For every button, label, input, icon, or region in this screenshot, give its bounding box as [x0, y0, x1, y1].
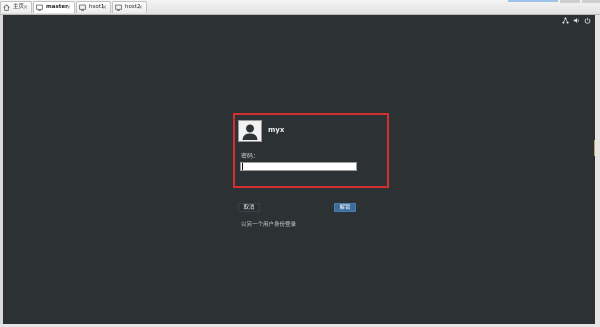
tab-hsot1[interactable]: hsot1 × — [76, 1, 111, 13]
window-control[interactable] — [560, 0, 580, 3]
vm-icon — [79, 4, 86, 11]
password-field[interactable] — [240, 162, 357, 171]
vm-icon — [115, 4, 122, 11]
window-control[interactable] — [582, 0, 600, 3]
cancel-button[interactable]: 取消 — [238, 203, 260, 212]
window-accent-bar — [508, 0, 558, 2]
close-icon[interactable]: × — [138, 2, 143, 13]
close-icon[interactable]: × — [66, 2, 71, 13]
tab-bar: 主页 × master × hsot1 × host2 × — [0, 0, 600, 15]
volume-icon[interactable] — [573, 17, 580, 24]
home-icon — [3, 4, 10, 11]
username-label: myx — [268, 126, 285, 134]
tab-label: master — [46, 4, 68, 10]
switch-user-link[interactable]: 以另一个用户身份登录 — [241, 220, 296, 228]
text-cursor — [242, 163, 243, 170]
user-icon — [239, 121, 261, 141]
power-icon[interactable] — [584, 17, 591, 24]
unlock-button[interactable]: 解锁 — [334, 203, 356, 212]
vm-icon — [36, 4, 43, 11]
network-icon[interactable] — [562, 17, 569, 24]
close-icon[interactable]: × — [23, 2, 28, 13]
system-tray — [562, 17, 591, 24]
tab-host2[interactable]: host2 × — [112, 1, 147, 13]
tab-home[interactable]: 主页 × — [0, 1, 32, 13]
password-label: 密码： — [241, 153, 260, 160]
close-icon[interactable]: × — [102, 2, 107, 13]
tab-master[interactable]: master × — [33, 1, 75, 13]
user-avatar — [238, 120, 262, 142]
window-border — [595, 15, 600, 327]
